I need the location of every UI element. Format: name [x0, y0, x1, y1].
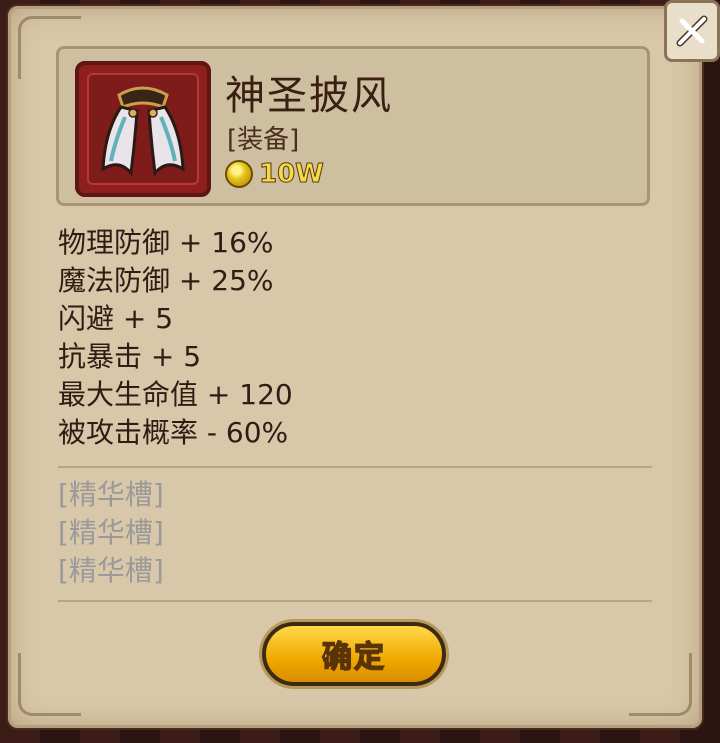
confirm-button[interactable]: 确定	[262, 622, 446, 686]
stat-line: 被攻击概率 - 60%	[58, 416, 289, 449]
stat-line: 抗暴击 + 5	[58, 340, 202, 373]
stat-line: 闪避 + 5	[58, 302, 174, 335]
item-icon-frame	[75, 61, 211, 197]
stat-line: 最大生命值 + 120	[58, 378, 293, 411]
gold-coin-icon	[225, 160, 253, 188]
item-price: 10W	[225, 159, 325, 190]
ornament-corner	[629, 653, 692, 716]
price-value: 10W	[259, 159, 325, 190]
stat-line: 物理防御 + 16%	[58, 226, 274, 259]
item-header: 神圣披风 [装备] 10W	[56, 46, 650, 206]
ornament-corner	[18, 653, 81, 716]
essence-slot: [精华槽]	[58, 516, 164, 549]
essence-slot-list: [精华槽] [精华槽] [精华槽]	[58, 476, 164, 590]
close-icon	[676, 15, 708, 47]
stat-line: 魔法防御 + 25%	[58, 264, 274, 297]
item-type: [装备]	[227, 125, 300, 155]
divider	[58, 600, 652, 602]
close-button[interactable]	[664, 0, 720, 62]
stat-list: 物理防御 + 16% 魔法防御 + 25% 闪避 + 5 抗暴击 + 5 最大生…	[58, 224, 293, 452]
divider	[58, 466, 652, 468]
essence-slot: [精华槽]	[58, 554, 164, 587]
cloak-icon	[101, 86, 185, 177]
essence-slot: [精华槽]	[58, 478, 164, 511]
item-name: 神圣披风	[225, 73, 393, 119]
confirm-label: 确定	[321, 639, 386, 676]
